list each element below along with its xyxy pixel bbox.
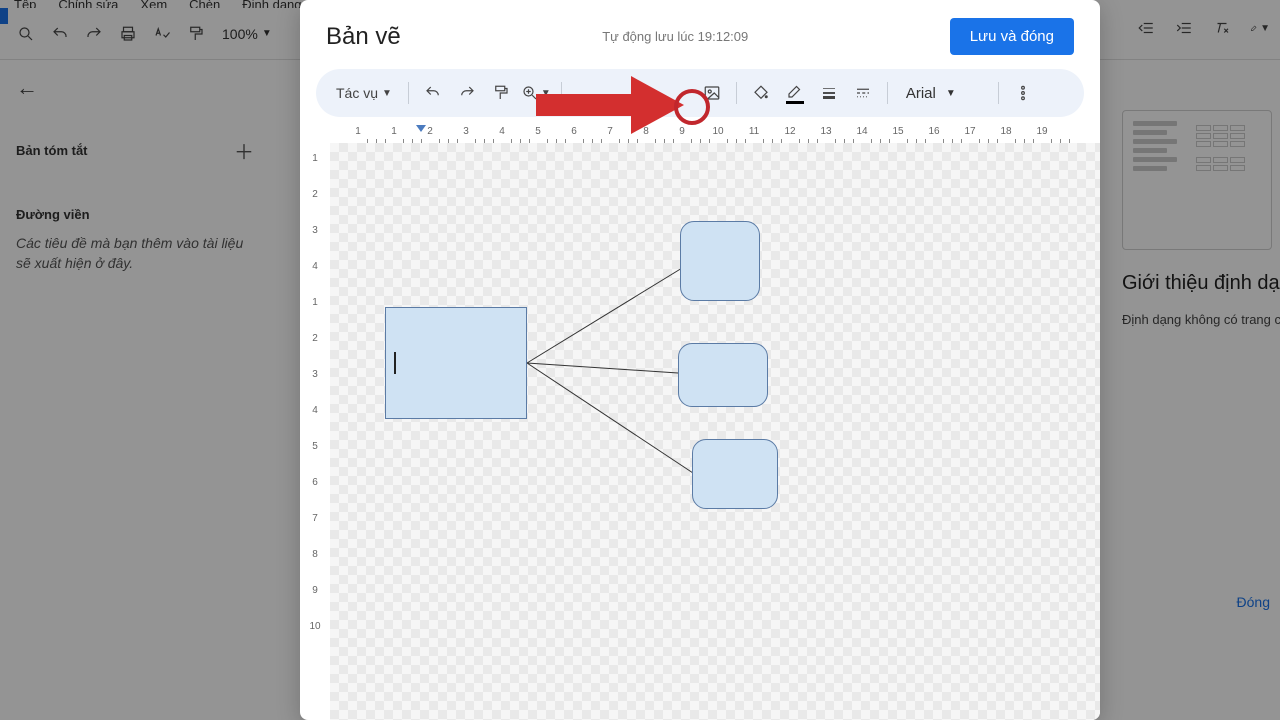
docs-logo-fragment [0, 8, 8, 24]
autosave-status: Tự động lưu lúc 19:12:09 [602, 29, 748, 44]
border-color-icon[interactable] [781, 79, 809, 107]
border-dash-icon[interactable] [849, 79, 877, 107]
ruler-vertical[interactable]: 123412345678910 [300, 143, 330, 720]
rounded-rect-shape-2[interactable] [678, 343, 768, 407]
right-toolbar-fragment: ▼ [1136, 18, 1270, 38]
drawing-toolbar: Tác vụ▼ ▼ Arial▼ [316, 69, 1084, 117]
info-close-link[interactable]: Đóng [1237, 594, 1270, 610]
more-icon[interactable] [1009, 79, 1037, 107]
text-caret [394, 352, 396, 374]
info-title: Giới thiệu định dạng không có trang [1122, 270, 1280, 296]
modal-header: Bản vẽ Tự động lưu lúc 19:12:09 Lưu và đ… [300, 0, 1100, 69]
menu-format[interactable]: Định dạng [242, 0, 301, 8]
paint-format-icon[interactable] [184, 22, 208, 46]
add-summary-icon[interactable]: ＋ [234, 136, 254, 165]
undo-icon[interactable] [419, 79, 447, 107]
actions-dropdown[interactable]: Tác vụ▼ [330, 79, 398, 107]
info-panel: Giới thiệu định dạng không có trang Định… [1110, 60, 1280, 720]
ruler-horizontal[interactable]: 112345678910111213141516171819 [330, 123, 1100, 143]
editing-mode-icon[interactable]: ▼ [1250, 18, 1270, 38]
ruler-margin-marker[interactable] [416, 125, 426, 132]
spellcheck-icon[interactable] [150, 22, 174, 46]
actions-label: Tác vụ [336, 85, 378, 101]
rounded-rect-shape-3[interactable] [692, 439, 778, 509]
indent-increase-icon[interactable] [1174, 18, 1194, 38]
border-weight-icon[interactable] [815, 79, 843, 107]
paint-format-icon[interactable] [487, 79, 515, 107]
outline-label: Đường viền [16, 183, 254, 234]
modal-title: Bản vẽ [326, 23, 401, 51]
redo-icon[interactable] [453, 79, 481, 107]
insert-image-icon[interactable] [698, 79, 726, 107]
back-arrow-icon[interactable]: ← [16, 75, 38, 101]
separator [736, 82, 737, 104]
drawing-modal: Bản vẽ Tự động lưu lúc 19:12:09 Lưu và đ… [300, 0, 1100, 720]
zoom-value: 100% [222, 26, 258, 42]
summary-label: Bản tóm tắt [16, 143, 88, 158]
clear-format-icon[interactable] [1212, 18, 1232, 38]
pageless-preview [1122, 110, 1272, 250]
menu-view[interactable]: Xem [140, 0, 167, 8]
redo-icon[interactable] [82, 22, 106, 46]
separator [408, 82, 409, 104]
font-name: Arial [906, 85, 936, 102]
rounded-rect-shape-1[interactable] [680, 221, 760, 301]
menu-file[interactable]: Tệp [14, 0, 36, 8]
menu-edit[interactable]: Chỉnh sửa [58, 0, 118, 8]
print-icon[interactable] [116, 22, 140, 46]
separator [887, 82, 888, 104]
font-dropdown[interactable]: Arial▼ [898, 85, 988, 102]
undo-icon[interactable] [48, 22, 72, 46]
separator [998, 82, 999, 104]
info-body: Định dạng không có trang cho phép bạn th… [1122, 310, 1280, 330]
search-icon[interactable] [14, 22, 38, 46]
indent-decrease-icon[interactable] [1136, 18, 1156, 38]
tutorial-arrow [536, 74, 686, 136]
menu-insert[interactable]: Chèn [189, 0, 220, 8]
outline-empty-hint: Các tiêu đề mà bạn thêm vào tài liệu sẽ … [16, 234, 254, 273]
outline-pane: ← Bản tóm tắt ＋ Đường viền Các tiêu đề m… [0, 60, 270, 720]
drawing-canvas[interactable] [330, 143, 1100, 720]
fill-color-icon[interactable] [747, 79, 775, 107]
save-and-close-button[interactable]: Lưu và đóng [950, 18, 1074, 55]
info-body-text: Định dạng không có trang cho phép bạn th… [1122, 312, 1280, 327]
zoom-dropdown[interactable]: 100%▼ [218, 26, 276, 42]
rectangle-shape[interactable] [385, 307, 527, 419]
